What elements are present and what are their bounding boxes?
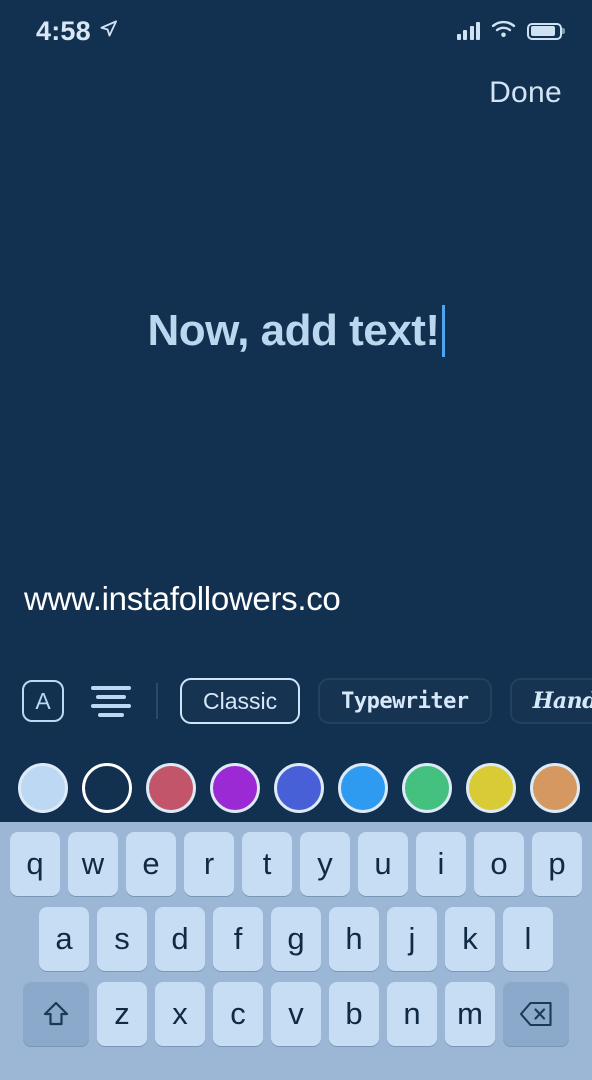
status-bar-right bbox=[456, 20, 562, 43]
story-canvas[interactable]: Now, add text! bbox=[0, 130, 592, 630]
key-v[interactable]: v bbox=[271, 982, 321, 1046]
key-f[interactable]: f bbox=[213, 907, 263, 971]
key-m[interactable]: m bbox=[445, 982, 495, 1046]
key-s[interactable]: s bbox=[97, 907, 147, 971]
text-background-toggle-button[interactable]: A bbox=[22, 680, 64, 722]
key-b[interactable]: b bbox=[329, 982, 379, 1046]
watermark: www.instafollowers.co bbox=[24, 580, 341, 617]
keyboard-row-3-letters: zxcvbnm bbox=[97, 982, 495, 1046]
key-c[interactable]: c bbox=[213, 982, 263, 1046]
key-w[interactable]: w bbox=[68, 832, 118, 896]
key-p[interactable]: p bbox=[532, 832, 582, 896]
font-style-list[interactable]: Classic Typewriter Handwriting bbox=[180, 678, 592, 724]
status-bar: 4:58 bbox=[0, 0, 592, 62]
key-k[interactable]: k bbox=[445, 907, 495, 971]
key-d[interactable]: d bbox=[155, 907, 205, 971]
backspace-key[interactable] bbox=[503, 982, 569, 1046]
color-swatch-purple[interactable] bbox=[210, 763, 260, 813]
status-bar-left: 4:58 bbox=[36, 16, 118, 47]
text-editor[interactable]: Now, add text! bbox=[0, 305, 592, 357]
keyboard-row-3: zxcvbnm bbox=[0, 982, 592, 1046]
key-u[interactable]: u bbox=[358, 832, 408, 896]
battery-icon bbox=[527, 22, 562, 40]
color-swatch-yellow[interactable] bbox=[466, 763, 516, 813]
key-e[interactable]: e bbox=[126, 832, 176, 896]
key-g[interactable]: g bbox=[271, 907, 321, 971]
key-r[interactable]: r bbox=[184, 832, 234, 896]
text-style-toolbar: A Classic Typewriter Handwriting bbox=[0, 668, 592, 734]
shift-key[interactable] bbox=[23, 982, 89, 1046]
letter-a-icon: A bbox=[35, 687, 51, 714]
key-o[interactable]: o bbox=[474, 832, 524, 896]
cellular-signal-icon bbox=[456, 22, 480, 40]
key-x[interactable]: x bbox=[155, 982, 205, 1046]
location-arrow-icon bbox=[99, 19, 118, 43]
font-option-typewriter[interactable]: Typewriter bbox=[318, 678, 492, 724]
status-bar-clock: 4:58 bbox=[36, 15, 91, 46]
key-y[interactable]: y bbox=[300, 832, 350, 896]
key-j[interactable]: j bbox=[387, 907, 437, 971]
color-swatch-indigo[interactable] bbox=[274, 763, 324, 813]
on-screen-keyboard[interactable]: qwertyuiop asdfghjkl zxcvbnm bbox=[0, 822, 592, 1080]
key-i[interactable]: i bbox=[416, 832, 466, 896]
keyboard-row-1: qwertyuiop bbox=[0, 832, 592, 896]
color-swatch-light-blue[interactable] bbox=[18, 763, 68, 813]
text-align-center-icon[interactable] bbox=[88, 680, 134, 722]
done-button[interactable]: Done bbox=[489, 76, 562, 110]
wifi-icon bbox=[491, 20, 516, 43]
backspace-delete-icon bbox=[519, 1001, 552, 1027]
font-option-classic[interactable]: Classic bbox=[180, 678, 301, 724]
color-palette[interactable] bbox=[0, 756, 592, 820]
keyboard-row-2: asdfghjkl bbox=[0, 907, 592, 971]
nav-bar: Done bbox=[0, 76, 592, 110]
color-swatch-green[interactable] bbox=[402, 763, 452, 813]
key-h[interactable]: h bbox=[329, 907, 379, 971]
key-q[interactable]: q bbox=[10, 832, 60, 896]
shift-arrow-icon bbox=[43, 1001, 69, 1026]
color-swatch-sky-blue[interactable] bbox=[338, 763, 388, 813]
toolbar-divider bbox=[156, 683, 158, 719]
key-l[interactable]: l bbox=[503, 907, 553, 971]
font-option-handwriting[interactable]: Handwriting bbox=[509, 678, 592, 724]
story-text[interactable]: Now, add text! bbox=[147, 306, 440, 356]
color-swatch-rose[interactable] bbox=[146, 763, 196, 813]
text-caret bbox=[441, 305, 445, 357]
color-swatch-tan[interactable] bbox=[530, 763, 580, 813]
phone-screen: 4:58 Done Now, add text! www.instafollow… bbox=[0, 0, 592, 1080]
key-n[interactable]: n bbox=[387, 982, 437, 1046]
color-swatch-white-outline[interactable] bbox=[82, 763, 132, 813]
key-z[interactable]: z bbox=[97, 982, 147, 1046]
key-a[interactable]: a bbox=[39, 907, 89, 971]
key-t[interactable]: t bbox=[242, 832, 292, 896]
